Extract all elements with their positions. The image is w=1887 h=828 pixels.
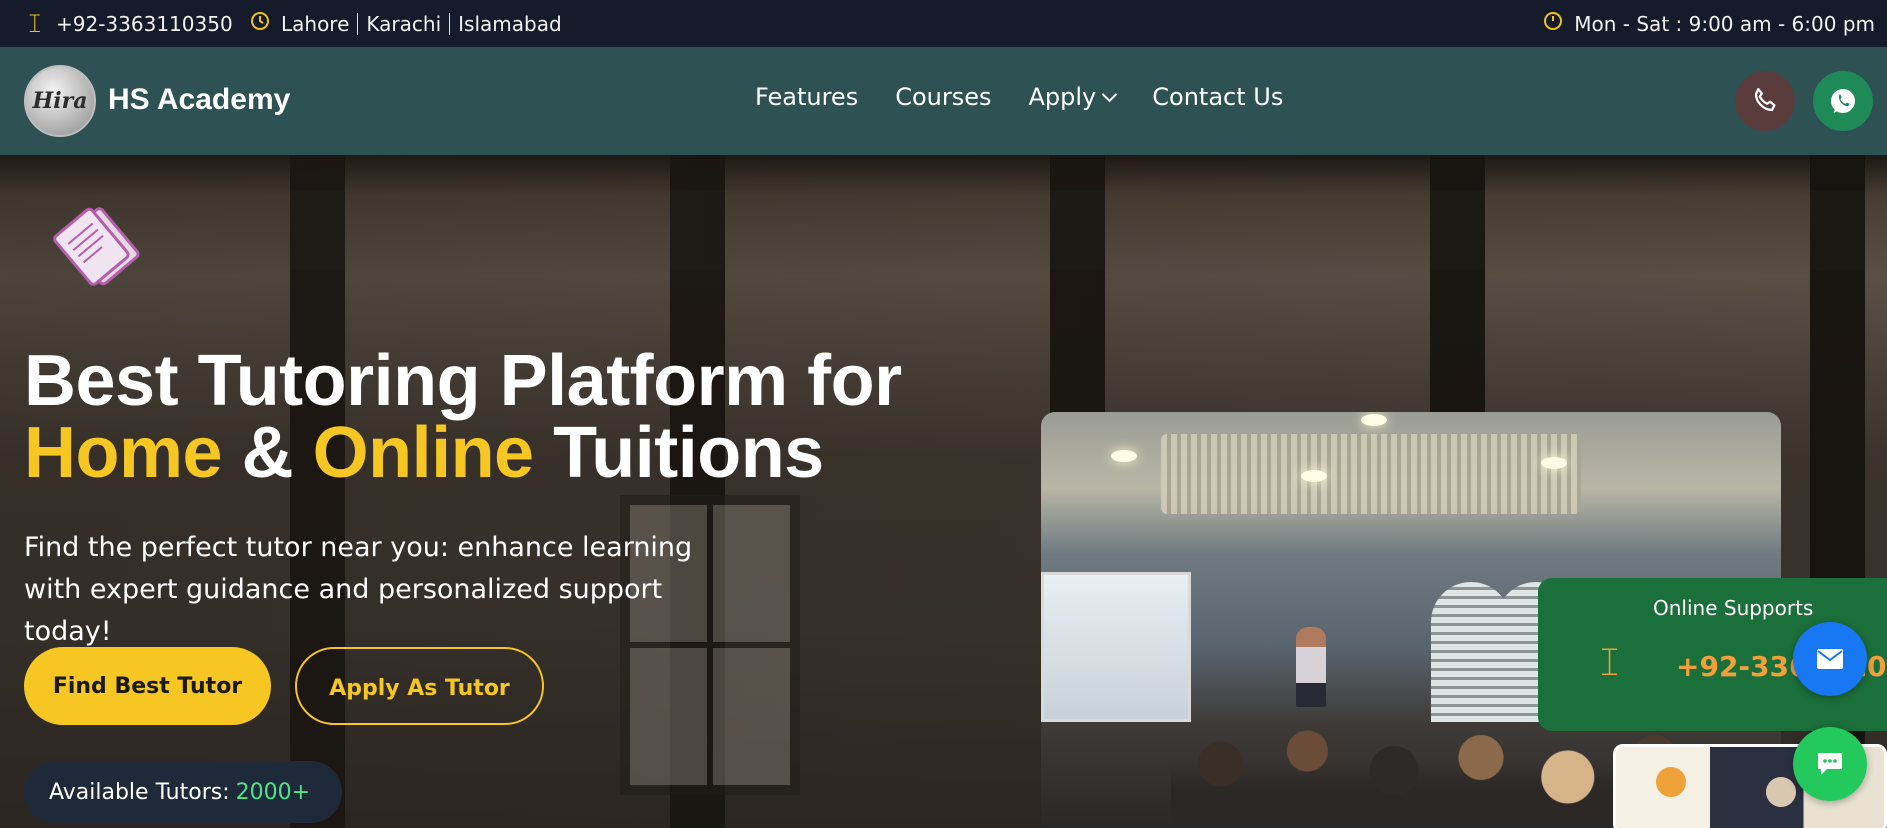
- image-light: [1361, 414, 1387, 426]
- site-header: Hira HS Academy Features Courses Apply C…: [0, 47, 1887, 155]
- available-tutors-badge: Available Tutors: 2000+: [24, 761, 342, 823]
- document-icon: [53, 207, 140, 286]
- image-speaker: [1296, 627, 1326, 707]
- apply-as-tutor-button[interactable]: Apply As Tutor: [295, 647, 544, 725]
- whatsapp-icon: [1831, 89, 1855, 113]
- chat-button[interactable]: [1793, 727, 1867, 801]
- topbar-hours-text: Mon - Sat : 9:00 am - 6:00 pm: [1574, 11, 1875, 36]
- hero-title-tuitions: Tuitions: [553, 413, 824, 493]
- image-light: [1111, 450, 1137, 462]
- tutors-label: Available Tutors:: [49, 779, 230, 805]
- logo-text: Hira: [32, 88, 88, 114]
- thumbnail-figure: [1766, 777, 1796, 807]
- clock-icon: [1542, 11, 1564, 36]
- location-lahore: Lahore: [281, 11, 350, 36]
- topbar-locations: Lahore Karachi Islamabad: [249, 0, 570, 47]
- nav-apply[interactable]: Apply: [1028, 83, 1118, 111]
- support-title: Online Supports: [1653, 596, 1814, 620]
- tutors-count: 2000+: [235, 779, 311, 805]
- topbar-phone-number: +92-3363110350: [56, 11, 233, 36]
- nav-courses[interactable]: Courses: [895, 83, 991, 111]
- location-islamabad: Islamabad: [449, 12, 570, 35]
- nav-label: Features: [755, 83, 859, 111]
- nav-label: Courses: [895, 83, 992, 111]
- hero-title: Best Tutoring Platform for Home & Online…: [24, 345, 902, 489]
- whatsapp-button[interactable]: [1813, 71, 1873, 131]
- hero-title-line2: Home & Online Tuitions: [24, 417, 902, 489]
- top-info-bar: ꀤ +92-3363110350 Lahore Karachi Islamaba…: [0, 0, 1887, 47]
- phone-icon: ꀤ: [27, 12, 43, 37]
- mail-icon: [1817, 649, 1843, 669]
- nav-contact-us[interactable]: Contact Us: [1152, 83, 1283, 111]
- chat-icon: [1818, 753, 1842, 775]
- topbar-phone[interactable]: ꀤ +92-3363110350: [24, 0, 233, 47]
- brand-name[interactable]: HS Academy: [108, 83, 290, 117]
- nav-features[interactable]: Features: [755, 83, 858, 111]
- nav-label: Contact Us: [1152, 83, 1284, 111]
- logo[interactable]: Hira: [24, 65, 96, 137]
- hero-title-online: Online: [312, 413, 535, 493]
- image-light: [1541, 457, 1567, 469]
- hero-subtitle: Find the perfect tutor near you: enhance…: [24, 532, 693, 647]
- topbar-hours: Mon - Sat : 9:00 am - 6:00 pm: [1542, 0, 1875, 47]
- nav-label: Apply: [1028, 83, 1097, 111]
- image-light: [1301, 470, 1327, 482]
- location-karachi: Karachi: [357, 12, 449, 35]
- chevron-down-icon: [1101, 86, 1118, 102]
- mail-button[interactable]: [1793, 622, 1867, 696]
- call-button[interactable]: [1735, 71, 1795, 131]
- hero-title-amp: &: [241, 413, 294, 493]
- phone-icon: [1754, 88, 1776, 112]
- phone-icon: ꀤ: [1598, 648, 1622, 683]
- hero-title-line1: Best Tutoring Platform for: [24, 341, 902, 421]
- main-nav: Features Courses Apply Contact Us: [755, 83, 1283, 111]
- image-ceiling: [1161, 434, 1581, 514]
- thumbnail-figure: [1656, 767, 1686, 797]
- hero-title-home: Home: [24, 413, 223, 493]
- image-projector-screen: [1041, 572, 1191, 722]
- clock-icon: [249, 11, 271, 36]
- find-best-tutor-button[interactable]: Find Best Tutor: [24, 647, 271, 725]
